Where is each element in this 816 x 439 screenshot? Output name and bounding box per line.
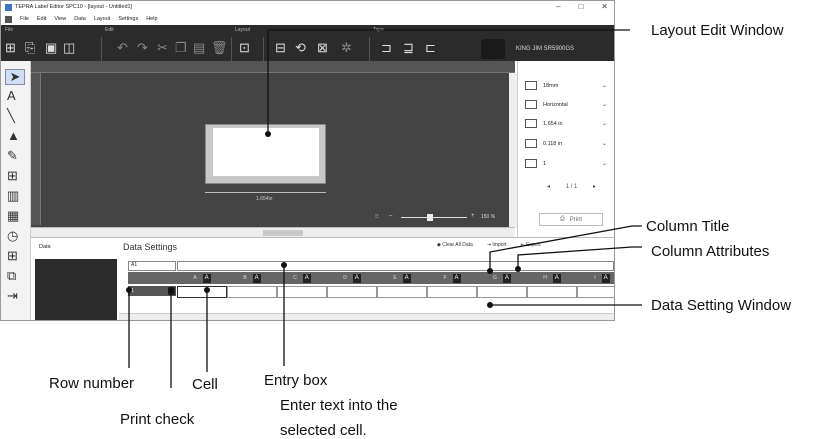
annotation-row-number: Row number bbox=[49, 375, 135, 392]
annotation-column-title: Column Title bbox=[646, 218, 730, 235]
annotation-layout-edit-window: Layout Edit Window bbox=[651, 22, 784, 39]
annotation-data-setting-window: Data Setting Window bbox=[651, 297, 792, 314]
annotation-entry-box: Entry box bbox=[264, 372, 328, 389]
annotation-column-attributes: Column Attributes bbox=[651, 243, 770, 260]
annotation-print-check: Print check bbox=[120, 411, 195, 428]
annotation-cell: Cell bbox=[192, 376, 218, 393]
annotation-entry-desc-line2: selected cell. bbox=[280, 422, 367, 439]
annotation-entry-desc-line1: Enter text into the bbox=[280, 397, 398, 414]
